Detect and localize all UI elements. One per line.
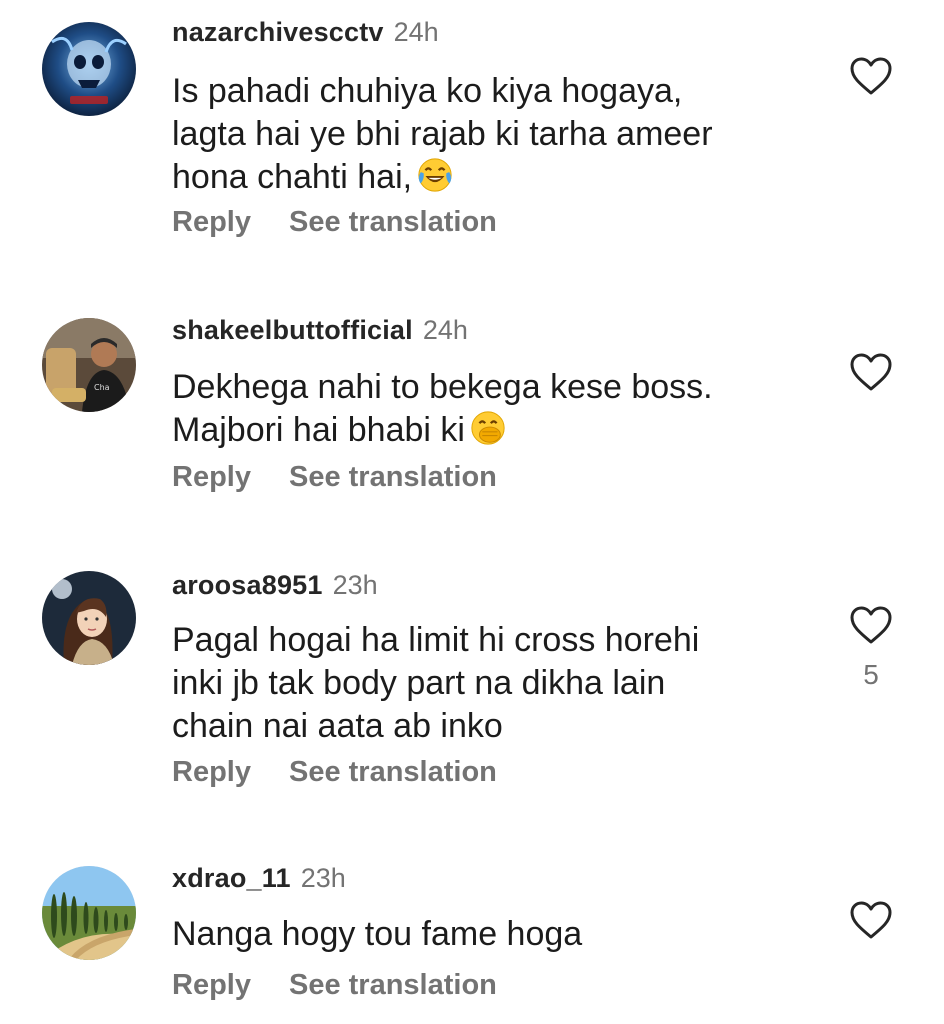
timestamp: 24h <box>393 17 439 47</box>
like-button[interactable] <box>849 352 893 392</box>
avatar[interactable] <box>42 866 136 960</box>
username[interactable]: nazarchivescctv <box>172 17 384 47</box>
reply-button[interactable]: Reply <box>172 969 251 1001</box>
username[interactable]: shakeelbuttofficial <box>172 315 413 345</box>
tears-of-joy-emoji-icon <box>418 158 452 192</box>
timestamp: 24h <box>422 315 468 345</box>
hand-over-mouth-emoji-icon <box>471 411 505 445</box>
like-count: 5 <box>863 659 879 690</box>
username[interactable]: aroosa8951 <box>172 570 323 600</box>
username[interactable]: xdrao_11 <box>172 863 291 893</box>
like-button[interactable] <box>849 900 893 940</box>
reply-button[interactable]: Reply <box>172 461 251 493</box>
heart-outline-icon <box>850 57 892 95</box>
reply-button[interactable]: Reply <box>172 756 251 788</box>
avatar[interactable] <box>42 22 136 116</box>
see-translation-button[interactable]: See translation <box>289 206 497 238</box>
avatar[interactable] <box>42 571 136 665</box>
avatar[interactable]: Cha <box>42 318 136 412</box>
comment-body: Pagal hogai ha limit hi cross horehi ink… <box>172 621 700 745</box>
heart-outline-icon <box>850 901 892 939</box>
heart-outline-icon <box>850 606 892 644</box>
svg-text:Cha: Cha <box>94 383 110 392</box>
timestamp: 23h <box>332 570 378 600</box>
comment-text: Dekhega nahi to bekega kese boss. Majbor… <box>172 366 812 452</box>
see-translation-button[interactable]: See translation <box>289 756 497 788</box>
timestamp: 23h <box>300 863 346 893</box>
comment-text: Nanga hogy tou fame hoga <box>172 913 812 956</box>
heart-outline-icon <box>850 353 892 391</box>
see-translation-button[interactable]: See translation <box>289 969 497 1001</box>
comment-text: Pagal hogai ha limit hi cross horehi ink… <box>172 619 812 748</box>
comment-text: Is pahadi chuhiya ko kiya hogaya, lagta … <box>172 70 812 199</box>
like-button[interactable] <box>849 605 893 645</box>
like-button[interactable] <box>849 56 893 96</box>
see-translation-button[interactable]: See translation <box>289 461 497 493</box>
reply-button[interactable]: Reply <box>172 206 251 238</box>
comment-body: Nanga hogy tou fame hoga <box>172 915 583 953</box>
comment-body: Dekhega nahi to bekega kese boss. Majbor… <box>172 368 713 449</box>
